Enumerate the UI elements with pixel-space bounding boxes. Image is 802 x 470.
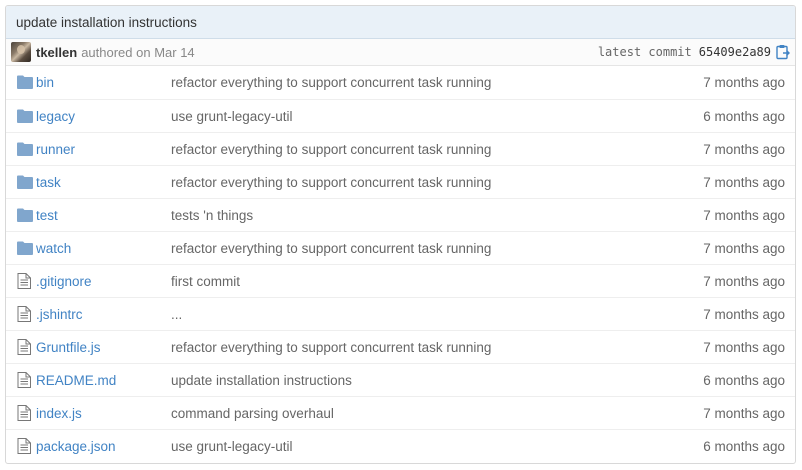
file-name-link[interactable]: task	[36, 175, 61, 190]
file-commit-message[interactable]: ...	[171, 307, 182, 322]
file-commit-message[interactable]: refactor everything to support concurren…	[171, 142, 491, 157]
file-icon	[17, 306, 33, 322]
file-commit-message[interactable]: refactor everything to support concurren…	[171, 241, 491, 256]
folder-icon	[17, 241, 33, 255]
file-age: 7 months ago	[703, 207, 785, 223]
file-age: 7 months ago	[703, 306, 785, 322]
file-commit-message[interactable]: use grunt-legacy-util	[171, 439, 293, 454]
latest-commit: latest commit 65409e2a89	[598, 44, 791, 60]
file-name-link[interactable]: index.js	[36, 406, 82, 421]
file-name-link[interactable]: test	[36, 208, 58, 223]
file-icon	[17, 372, 33, 388]
file-row: package.json use grunt-legacy-util 6 mon…	[6, 429, 795, 462]
file-row: .gitignore first commit 7 months ago	[6, 264, 795, 297]
folder-icon	[17, 109, 33, 123]
file-icon	[17, 438, 33, 454]
commit-message[interactable]: update installation instructions	[16, 15, 197, 30]
file-name-link[interactable]: bin	[36, 75, 54, 90]
file-commit-message[interactable]: tests 'n things	[171, 208, 253, 223]
file-commit-message[interactable]: refactor everything to support concurren…	[171, 75, 491, 90]
file-age: 7 months ago	[703, 174, 785, 190]
commit-title-bar: update installation instructions	[6, 6, 795, 39]
file-row: Gruntfile.js refactor everything to supp…	[6, 330, 795, 363]
file-age: 6 months ago	[703, 438, 785, 454]
file-name-link[interactable]: legacy	[36, 109, 75, 124]
latest-commit-label: latest commit	[597, 45, 692, 59]
file-commit-message[interactable]: update installation instructions	[171, 373, 352, 388]
file-age: 6 months ago	[703, 108, 785, 124]
file-commit-message[interactable]: command parsing overhaul	[171, 406, 334, 421]
file-age: 7 months ago	[703, 405, 785, 421]
file-row: runner refactor everything to support co…	[6, 132, 795, 165]
file-age: 6 months ago	[703, 372, 785, 388]
file-name-link[interactable]: README.md	[36, 373, 116, 388]
folder-icon	[17, 142, 33, 156]
file-age: 7 months ago	[703, 75, 785, 90]
file-name-link[interactable]: runner	[36, 142, 75, 157]
commit-meta-bar: tkellen authored on Mar 14 latest commit…	[6, 39, 795, 66]
folder-icon	[17, 75, 33, 89]
file-name-link[interactable]: .jshintrc	[36, 307, 83, 322]
file-age: 7 months ago	[703, 339, 785, 355]
file-age: 7 months ago	[703, 141, 785, 157]
file-browser: update installation instructions tkellen…	[5, 5, 796, 464]
folder-icon	[17, 175, 33, 189]
file-row: README.md update installation instructio…	[6, 363, 795, 396]
file-age: 7 months ago	[703, 240, 785, 256]
file-list: bin refactor everything to support concu…	[6, 66, 795, 462]
file-row: index.js command parsing overhaul 7 mont…	[6, 396, 795, 429]
file-commit-message[interactable]: use grunt-legacy-util	[171, 109, 293, 124]
folder-icon	[17, 208, 33, 222]
commit-sha[interactable]: 65409e2a89	[699, 45, 771, 59]
file-name-link[interactable]: .gitignore	[36, 274, 92, 289]
file-name-link[interactable]: watch	[36, 241, 71, 256]
file-commit-message[interactable]: refactor everything to support concurren…	[171, 340, 491, 355]
file-icon	[17, 273, 33, 289]
avatar[interactable]	[11, 42, 31, 62]
file-icon	[17, 405, 33, 421]
file-commit-message[interactable]: refactor everything to support concurren…	[171, 175, 491, 190]
commit-date: authored on Mar 14	[81, 44, 195, 60]
file-row: legacy use grunt-legacy-util 6 months ag…	[6, 99, 795, 132]
file-row: watch refactor everything to support con…	[6, 231, 795, 264]
file-row: test tests 'n things 7 months ago	[6, 198, 795, 231]
file-name-link[interactable]: package.json	[36, 439, 116, 454]
file-name-link[interactable]: Gruntfile.js	[36, 340, 101, 355]
file-icon	[17, 339, 33, 355]
commit-author[interactable]: tkellen	[36, 45, 77, 60]
file-row: bin refactor everything to support concu…	[6, 66, 795, 99]
file-commit-message[interactable]: first commit	[171, 274, 240, 289]
file-age: 7 months ago	[703, 273, 785, 289]
clipboard-icon[interactable]	[775, 44, 791, 60]
file-row: task refactor everything to support conc…	[6, 165, 795, 198]
file-row: .jshintrc ... 7 months ago	[6, 297, 795, 330]
